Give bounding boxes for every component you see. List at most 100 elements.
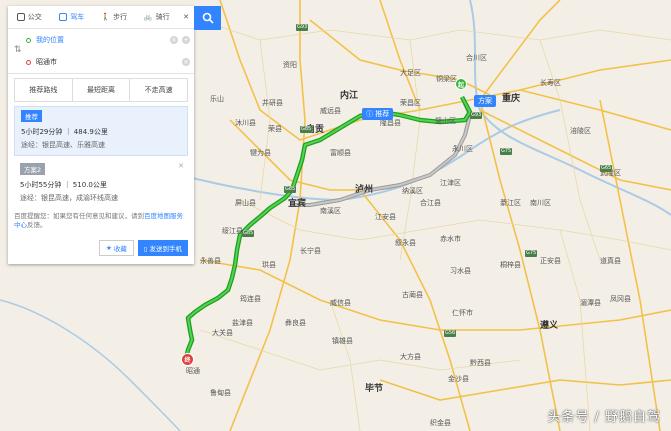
city-label[interactable]: 屏山县 bbox=[235, 200, 256, 207]
city-label[interactable]: 泸州 bbox=[355, 186, 373, 195]
city-label[interactable]: 内江 bbox=[340, 92, 358, 101]
city-label[interactable]: 涪陵区 bbox=[570, 128, 591, 135]
pref-shortest[interactable]: 最短距离 bbox=[73, 79, 131, 101]
city-label[interactable]: 璧山区 bbox=[435, 118, 456, 125]
end-field[interactable]: 昭通市 ✕ bbox=[26, 51, 194, 73]
highway-shield: G65 bbox=[600, 165, 613, 172]
city-label[interactable]: 江津区 bbox=[440, 180, 461, 187]
end-marker-icon[interactable]: 终 bbox=[181, 353, 194, 366]
city-label[interactable]: 合江县 bbox=[420, 200, 441, 207]
pref-recommended[interactable]: 推荐路线 bbox=[15, 79, 73, 101]
city-label[interactable]: 大方县 bbox=[400, 354, 421, 361]
city-label[interactable]: 昭通 bbox=[186, 368, 200, 375]
city-label[interactable]: 南川区 bbox=[530, 200, 551, 207]
city-label[interactable]: 荣县 bbox=[268, 126, 282, 133]
city-label[interactable]: 宜宾 bbox=[288, 200, 306, 209]
recommended-route-label[interactable]: ⓘ 推荐 bbox=[362, 108, 394, 120]
start-plan-label[interactable]: 方案 bbox=[474, 95, 496, 107]
city-label[interactable]: 纳溪区 bbox=[402, 188, 423, 195]
favorite-button[interactable]: ★ 收藏 bbox=[99, 240, 134, 257]
end-value: 昭通市 bbox=[36, 58, 57, 66]
city-label[interactable]: 盐津县 bbox=[232, 320, 253, 327]
search-button[interactable] bbox=[194, 6, 221, 30]
start-field[interactable]: 我的位置 ✕ + bbox=[26, 29, 194, 51]
city-label[interactable]: 习水县 bbox=[450, 268, 471, 275]
city-label[interactable]: 湄潭县 bbox=[580, 300, 601, 307]
note-prefix: 百度提醒您：如果您有任何意见和建议，请到 bbox=[14, 212, 144, 220]
city-label[interactable]: 隆昌县 bbox=[380, 120, 401, 127]
tab-ride[interactable]: 🚲 骑行 bbox=[136, 6, 179, 28]
close-panel-button[interactable]: ✕ bbox=[178, 6, 194, 28]
city-label[interactable]: 铜梁区 bbox=[436, 76, 457, 83]
city-label[interactable]: 道真县 bbox=[600, 258, 621, 265]
city-label[interactable]: 凤冈县 bbox=[610, 296, 631, 303]
city-label[interactable]: 犍为县 bbox=[250, 150, 271, 157]
city-label[interactable]: 资阳 bbox=[283, 62, 297, 69]
city-label[interactable]: 长宁县 bbox=[300, 248, 321, 255]
watermark: 头条号 / 野鹅自驾 bbox=[547, 410, 661, 425]
city-label[interactable]: 江安县 bbox=[375, 214, 396, 221]
city-label[interactable]: 长寿区 bbox=[540, 80, 561, 87]
route-plan-1[interactable]: 推荐 5小时29分钟 ｜ 484.9公里 途经：银昆高速、乐雅高速 bbox=[14, 106, 188, 156]
tab-bus[interactable]: 公交 bbox=[8, 6, 51, 28]
plan-summary: 5小时29分钟 ｜ 484.9公里 bbox=[21, 128, 108, 136]
city-label[interactable]: 仁怀市 bbox=[452, 310, 473, 317]
transport-mode-tabs: 公交 驾车 🚶 步行 🚲 骑行 ✕ bbox=[8, 6, 194, 29]
city-label[interactable]: 筠连县 bbox=[240, 296, 261, 303]
collapse-icon[interactable]: ✕ bbox=[178, 162, 184, 170]
plan-summary: 5小时55分钟 ｜ 510.0公里 bbox=[20, 181, 107, 189]
star-icon: ★ bbox=[106, 244, 112, 253]
clear-start-icon[interactable]: ✕ bbox=[170, 36, 178, 44]
panel-actions: ★ 收藏 ▯ 发送到手机 bbox=[8, 234, 194, 264]
city-label[interactable]: 荣昌区 bbox=[400, 100, 421, 107]
city-label[interactable]: 织金县 bbox=[430, 420, 451, 427]
city-label[interactable]: 永善县 bbox=[200, 258, 221, 265]
feedback-note: 百度提醒您：如果您有任何意见和建议，请到百度地图服务中心反馈。 bbox=[14, 212, 188, 230]
highway-shield: G85 bbox=[242, 230, 255, 237]
city-label[interactable]: 威远县 bbox=[320, 108, 341, 115]
city-label[interactable]: 沐川县 bbox=[235, 120, 256, 127]
city-label[interactable]: 古蔺县 bbox=[402, 292, 423, 299]
city-label[interactable]: 井研县 bbox=[262, 100, 283, 107]
add-waypoint-icon[interactable]: + bbox=[182, 36, 190, 44]
note-suffix: 反馈。 bbox=[27, 221, 47, 230]
city-label[interactable]: 南溪区 bbox=[320, 208, 341, 215]
city-label[interactable]: 毕节 bbox=[365, 385, 383, 394]
city-label[interactable]: 绥江县 bbox=[222, 228, 243, 235]
city-label[interactable]: 大关县 bbox=[212, 330, 233, 337]
city-label[interactable]: 金沙县 bbox=[448, 376, 469, 383]
send-to-phone-button[interactable]: ▯ 发送到手机 bbox=[137, 240, 188, 257]
search-icon bbox=[202, 12, 214, 24]
city-label[interactable]: 彝良县 bbox=[285, 320, 306, 327]
city-label[interactable]: 合川区 bbox=[466, 55, 487, 62]
route-plan-2[interactable]: 方案2 ✕ 5小时55分钟 ｜ 510.0公里 途经：银昆高速，成渝环线高速 bbox=[14, 160, 188, 208]
tab-drive[interactable]: 驾车 bbox=[51, 6, 94, 28]
swap-icon[interactable]: ⇅ bbox=[14, 45, 22, 55]
bike-icon: 🚲 bbox=[143, 13, 153, 21]
city-label[interactable]: 桐梓县 bbox=[500, 262, 521, 269]
city-label[interactable]: 綦江区 bbox=[500, 200, 521, 207]
city-label[interactable]: 遵义 bbox=[540, 322, 558, 331]
highway-shield: G85 bbox=[284, 186, 297, 193]
city-label[interactable]: 富顺县 bbox=[330, 150, 351, 157]
city-label[interactable]: 乐山 bbox=[210, 96, 224, 103]
car-icon bbox=[59, 13, 68, 21]
city-label[interactable]: 重庆 bbox=[502, 95, 520, 104]
city-label[interactable]: 镇雄县 bbox=[332, 338, 353, 345]
clear-end-icon[interactable]: ✕ bbox=[182, 58, 190, 66]
route-inputs: ⇅ 我的位置 ✕ + 昭通市 ✕ bbox=[8, 29, 194, 74]
city-label[interactable]: 珙县 bbox=[262, 262, 276, 269]
city-label[interactable]: 黔西县 bbox=[470, 360, 491, 367]
tab-walk[interactable]: 🚶 步行 bbox=[93, 6, 136, 28]
city-label[interactable]: 威信县 bbox=[330, 300, 351, 307]
city-label[interactable]: 永川区 bbox=[452, 146, 473, 153]
city-label[interactable]: 大足区 bbox=[400, 70, 421, 77]
start-marker-icon[interactable]: 起 bbox=[455, 78, 467, 90]
city-label[interactable]: 叙永县 bbox=[395, 240, 416, 247]
city-label[interactable]: 鲁甸县 bbox=[210, 390, 231, 397]
plan-via: 途经：银昆高速，成渝环线高速 bbox=[20, 194, 118, 202]
walk-icon: 🚶 bbox=[101, 13, 111, 21]
pref-no-highway[interactable]: 不走高速 bbox=[130, 79, 187, 101]
city-label[interactable]: 正安县 bbox=[540, 258, 561, 265]
city-label[interactable]: 赤水市 bbox=[440, 236, 461, 243]
